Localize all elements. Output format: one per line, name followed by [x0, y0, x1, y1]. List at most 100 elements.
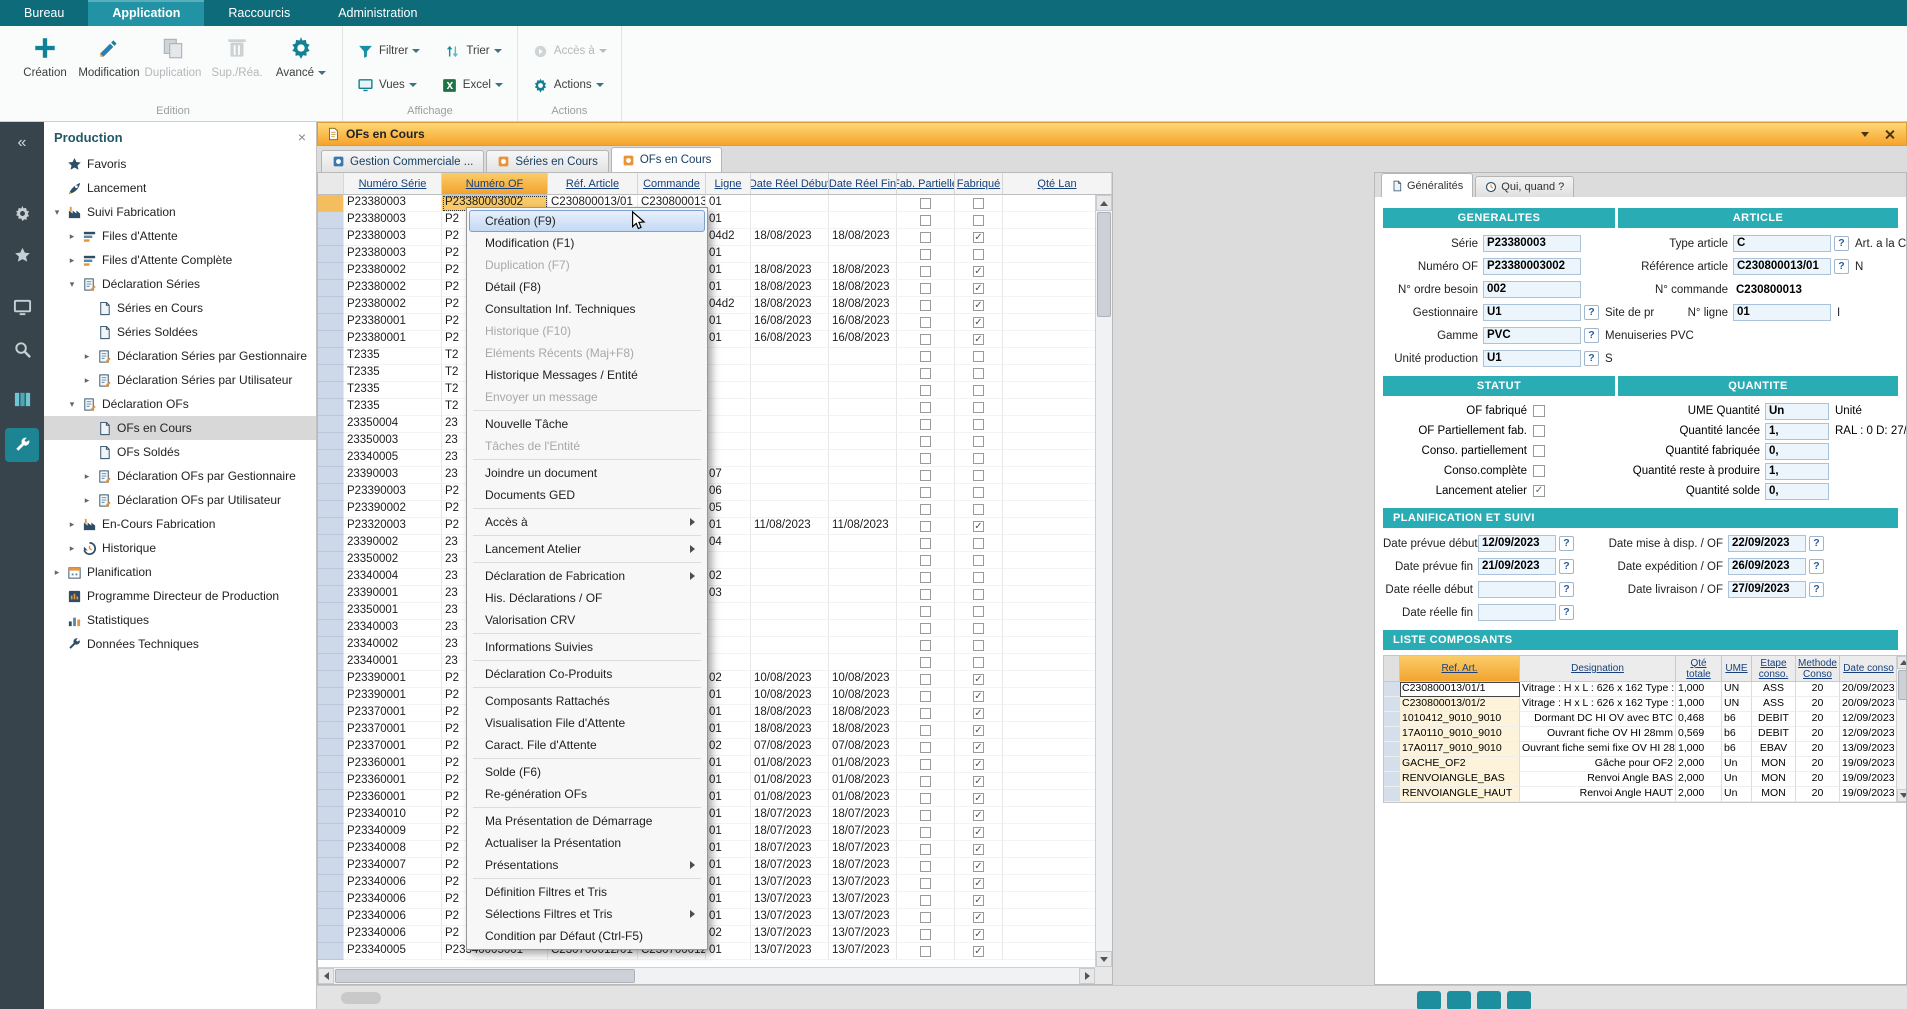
help-button[interactable]: ? — [1809, 559, 1824, 574]
row-selector[interactable] — [318, 926, 344, 943]
fabp-checkbox[interactable] — [920, 912, 931, 923]
fab-checkbox[interactable] — [973, 385, 984, 396]
menu-item-composants-rattaches[interactable]: Composants Rattachés — [469, 690, 705, 712]
table-row[interactable]: P23340010P20118/07/202318/07/2023 — [318, 807, 1112, 824]
row-selector[interactable] — [318, 756, 344, 773]
topbar-tab-application[interactable]: Application — [88, 0, 204, 26]
column-header-sel[interactable] — [318, 173, 344, 195]
table-row[interactable]: 2335000423 — [318, 416, 1112, 433]
composants-row[interactable]: 1010412_9010_9010Dormant DC HI OV avec B… — [1384, 712, 1906, 727]
nav-item-files-d-attente-complete[interactable]: ▸Files d'Attente Complète — [44, 248, 316, 272]
composants-row[interactable]: GACHE_OF2Gâche pour OF22,000UnMON2019/09… — [1384, 757, 1906, 772]
document-tab-gestion-commerciale[interactable]: Gestion Commerciale ... — [321, 150, 484, 172]
menu-item-consultation-inf-techniques[interactable]: Consultation Inf. Techniques — [469, 298, 705, 320]
fab-checkbox[interactable] — [973, 317, 984, 328]
menu-item-actualiser-la-presentation[interactable]: Actualiser la Présentation — [469, 832, 705, 854]
nav-item-declaration-series[interactable]: ▾Déclaration Séries — [44, 272, 316, 296]
footer-button-1[interactable] — [1417, 991, 1441, 1009]
tree-expander-icon[interactable]: ▸ — [82, 375, 92, 386]
column-header-serie[interactable]: Numéro Série — [344, 173, 442, 195]
tree-expander-icon[interactable]: ▸ — [67, 231, 77, 242]
menu-item-presentations[interactable]: Présentations — [469, 854, 705, 876]
composants-column-ref-art[interactable]: Ref. Art. — [1400, 656, 1520, 682]
strip-collapse-button[interactable]: « — [18, 134, 27, 152]
help-button[interactable]: ? — [1584, 328, 1599, 343]
excel-button[interactable]: Excel — [437, 74, 507, 96]
scroll-up-button[interactable] — [1897, 656, 1906, 669]
column-header-ligne[interactable]: Ligne — [706, 173, 751, 195]
fabp-checkbox[interactable] — [920, 351, 931, 362]
fabp-checkbox[interactable] — [920, 317, 931, 328]
fab-checkbox[interactable] — [973, 742, 984, 753]
row-selector[interactable] — [318, 688, 344, 705]
fabp-checkbox[interactable] — [920, 198, 931, 209]
table-row[interactable]: P23380002P20118/08/202318/08/2023 — [318, 280, 1112, 297]
fabp-checkbox[interactable] — [920, 776, 931, 787]
table-row[interactable]: P23370001P20118/08/202318/08/2023 — [318, 705, 1112, 722]
fabp-checkbox[interactable] — [920, 572, 931, 583]
row-selector[interactable] — [318, 892, 344, 909]
menu-item-valorisation-crv[interactable]: Valorisation CRV — [469, 609, 705, 631]
table-row[interactable]: P23390002P205 — [318, 501, 1112, 518]
table-row[interactable]: P23380003P23380003002C230800013/01C23080… — [318, 195, 1112, 212]
menu-item-creation-f9[interactable]: Création (F9) — [469, 210, 705, 232]
scroll-up-button[interactable] — [1096, 195, 1112, 211]
fabp-checkbox[interactable] — [920, 538, 931, 549]
of-partiellement-fab-checkbox[interactable] — [1533, 425, 1545, 437]
tree-expander-icon[interactable]: ▸ — [82, 471, 92, 482]
row-selector[interactable] — [318, 705, 344, 722]
fabp-checkbox[interactable] — [920, 691, 931, 702]
row-selector[interactable] — [318, 841, 344, 858]
date-prevue-debut-field[interactable]: 12/09/2023 — [1478, 535, 1556, 552]
table-row[interactable]: P23380003P201 — [318, 246, 1112, 263]
menu-item-solde-f6[interactable]: Solde (F6) — [469, 761, 705, 783]
menu-item-documents-ged[interactable]: Documents GED — [469, 484, 705, 506]
nav-item-declaration-ofs-par-utilisateur[interactable]: ▸Déclaration OFs par Utilisateur — [44, 488, 316, 512]
fab-checkbox[interactable] — [973, 351, 984, 362]
table-row[interactable]: P23340007P20118/07/202318/07/2023 — [318, 858, 1112, 875]
row-selector[interactable] — [318, 195, 344, 212]
vertical-scrollbar[interactable] — [1095, 195, 1112, 967]
table-row[interactable]: 2334000323 — [318, 620, 1112, 637]
fab-checkbox[interactable] — [973, 929, 984, 940]
row-selector[interactable] — [318, 586, 344, 603]
row-selector[interactable] — [318, 433, 344, 450]
tree-expander-icon[interactable]: ▾ — [52, 207, 62, 218]
scroll-right-button[interactable] — [1079, 968, 1095, 984]
fabp-checkbox[interactable] — [920, 759, 931, 770]
table-row[interactable]: P23340009P20118/07/202318/07/2023 — [318, 824, 1112, 841]
menu-item-his-declarations-of[interactable]: His. Déclarations / OF — [469, 587, 705, 609]
table-row[interactable]: P23320003P20111/08/202311/08/2023 — [318, 518, 1112, 535]
fab-checkbox[interactable] — [973, 623, 984, 634]
gamme-field[interactable]: PVC — [1483, 327, 1581, 344]
row-selector[interactable] — [1384, 787, 1400, 802]
fabp-checkbox[interactable] — [920, 487, 931, 498]
nav-item-statistiques[interactable]: Statistiques — [44, 608, 316, 632]
table-row[interactable]: 233900022304 — [318, 535, 1112, 552]
row-selector[interactable] — [318, 909, 344, 926]
table-row[interactable]: P23370001P20118/08/202318/08/2023 — [318, 722, 1112, 739]
fab-checkbox[interactable] — [973, 827, 984, 838]
row-selector[interactable] — [1384, 712, 1400, 727]
n-ligne-field[interactable]: 01 — [1733, 304, 1831, 321]
menu-item-historique-messages-entite[interactable]: Historique Messages / Entité — [469, 364, 705, 386]
nav-close-icon[interactable]: × — [298, 129, 306, 145]
fab-checkbox[interactable] — [973, 657, 984, 668]
column-header-ref[interactable]: Réf. Article — [548, 173, 638, 195]
composants-row[interactable]: C230800013/01/1Vitrage : H x L : 626 x 1… — [1384, 682, 1906, 697]
fab-checkbox[interactable] — [973, 215, 984, 226]
fab-checkbox[interactable] — [973, 725, 984, 736]
help-button[interactable]: ? — [1809, 536, 1824, 551]
menu-item-detail-f8[interactable]: Détail (F8) — [469, 276, 705, 298]
table-row[interactable]: P23340006P20113/07/202313/07/2023 — [318, 892, 1112, 909]
date-reelle-debut-field[interactable] — [1478, 581, 1556, 598]
fabp-checkbox[interactable] — [920, 708, 931, 719]
fab-checkbox[interactable] — [973, 198, 984, 209]
tree-expander-icon[interactable]: ▸ — [67, 543, 77, 554]
table-row[interactable]: P23340005P23340005001C230700012/01C23070… — [318, 943, 1112, 960]
row-selector[interactable] — [318, 824, 344, 841]
menu-item-declaration-de-fabrication[interactable]: Déclaration de Fabrication — [469, 565, 705, 587]
help-button[interactable]: ? — [1584, 351, 1599, 366]
fabp-checkbox[interactable] — [920, 606, 931, 617]
table-row[interactable]: P23340008P20118/07/202318/07/2023 — [318, 841, 1112, 858]
